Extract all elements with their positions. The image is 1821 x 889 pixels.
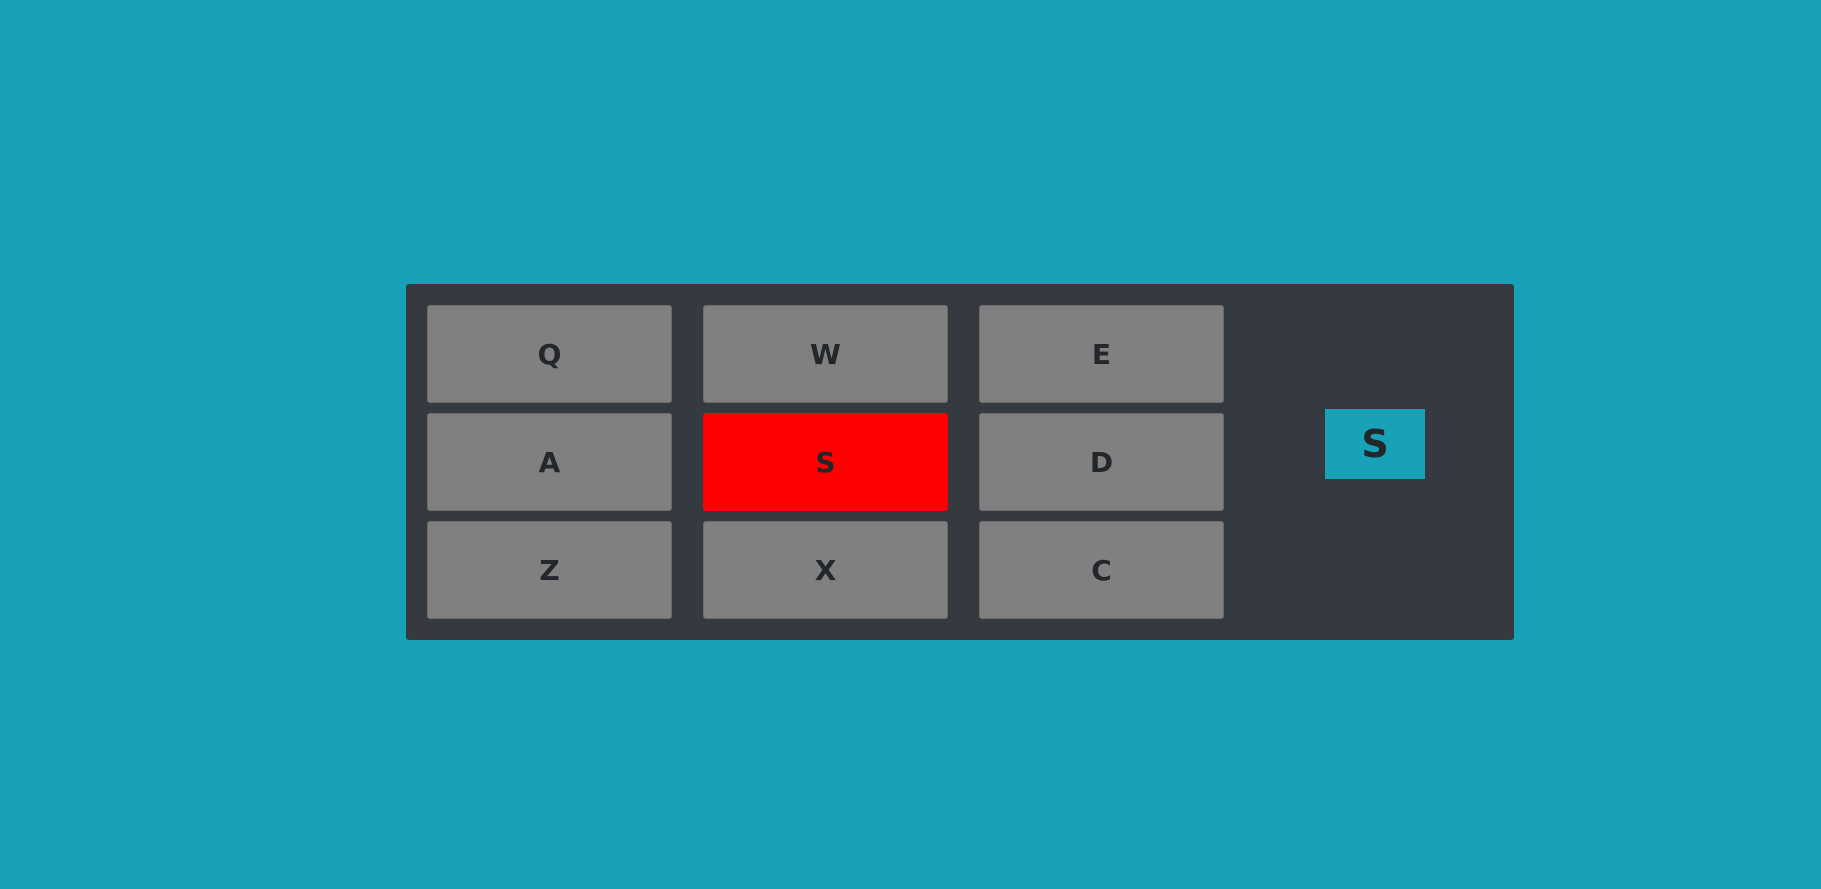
drum-pad-x[interactable]: X: [703, 521, 948, 619]
current-key-display: S: [1325, 409, 1425, 479]
app-background: Q W E A S D Z X C S: [0, 0, 1821, 889]
drum-pad-e[interactable]: E: [979, 305, 1224, 403]
drum-machine: Q W E A S D Z X C S: [406, 284, 1514, 640]
drum-pad-z[interactable]: Z: [427, 521, 672, 619]
drum-pad-w[interactable]: W: [703, 305, 948, 403]
drum-pad-a[interactable]: A: [427, 413, 672, 511]
drum-pad-s[interactable]: S: [703, 413, 948, 511]
drum-pad-d[interactable]: D: [979, 413, 1224, 511]
drum-pad-q[interactable]: Q: [427, 305, 672, 403]
drum-pad-c[interactable]: C: [979, 521, 1224, 619]
drum-pad-grid: Q W E A S D Z X C: [427, 305, 1227, 619]
